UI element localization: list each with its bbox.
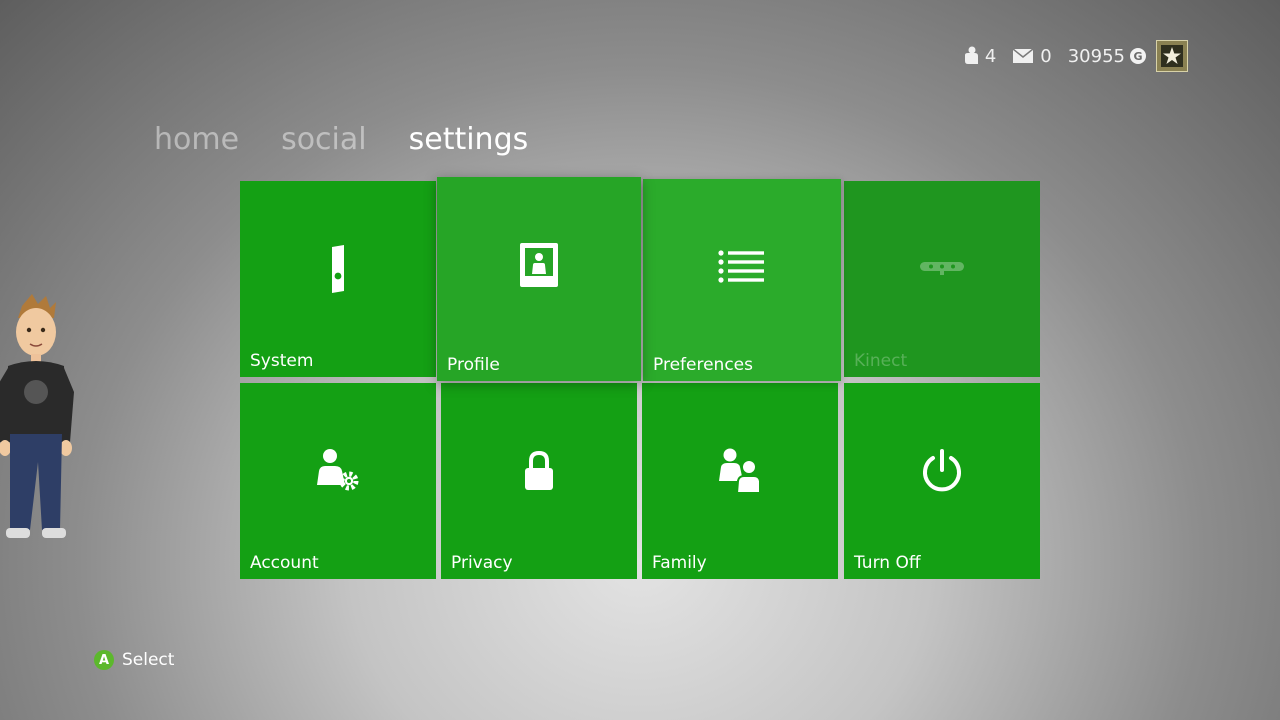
list-icon xyxy=(718,250,764,283)
gamerscore: 30955 G xyxy=(1068,46,1146,67)
controller-hint: A Select xyxy=(94,650,174,670)
tile-label: Privacy xyxy=(451,553,513,573)
tile-profile[interactable]: Profile xyxy=(437,177,641,381)
army-star-icon xyxy=(1161,45,1183,67)
select-hint-label: Select xyxy=(122,650,175,670)
tile-label: System xyxy=(250,351,314,371)
gamerscore-value: 30955 xyxy=(1067,45,1125,67)
tile-label: Profile xyxy=(447,355,500,375)
profile-card-icon xyxy=(520,243,558,287)
console-icon xyxy=(332,245,344,293)
messages[interactable]: 0 xyxy=(1012,45,1052,67)
friends-icon xyxy=(964,46,978,64)
tile-label: Account xyxy=(250,553,319,573)
status-bar: 4 0 30955 G xyxy=(947,40,1188,72)
tile-label: Family xyxy=(652,553,707,573)
tile-label: Kinect xyxy=(854,351,908,371)
gamer-picture[interactable] xyxy=(1156,40,1188,72)
family-icon xyxy=(719,448,761,494)
a-button-icon: A xyxy=(94,650,114,670)
message-count: 0 xyxy=(1040,45,1052,67)
tile-turn-off[interactable]: Turn Off xyxy=(844,383,1040,579)
tab-home[interactable]: home xyxy=(154,122,239,157)
tab-social[interactable]: social xyxy=(281,122,367,157)
tile-privacy[interactable]: Privacy xyxy=(441,383,637,579)
envelope-icon xyxy=(1012,48,1034,63)
tile-family[interactable]: Family xyxy=(642,383,838,579)
lock-icon xyxy=(525,450,553,490)
friends-online[interactable]: 4 xyxy=(963,46,996,67)
friends-count: 4 xyxy=(984,45,997,67)
tile-label: Turn Off xyxy=(854,553,921,573)
kinect-sensor-icon xyxy=(920,262,964,275)
gamerscore-icon: G xyxy=(1130,48,1146,64)
tile-account[interactable]: Account xyxy=(240,383,436,579)
tile-kinect[interactable]: Kinect xyxy=(844,181,1040,377)
tile-label: Preferences xyxy=(653,355,753,375)
hub-navigation: home social settings xyxy=(154,122,570,157)
power-icon xyxy=(923,449,961,492)
account-gear-icon xyxy=(317,449,359,491)
tile-system[interactable]: System xyxy=(240,181,436,377)
tile-preferences[interactable]: Preferences xyxy=(643,179,841,381)
tab-settings[interactable]: settings xyxy=(409,122,529,157)
avatar xyxy=(0,294,74,538)
settings-grid: System Profile Preferences Kinect Accoun… xyxy=(240,177,1040,579)
